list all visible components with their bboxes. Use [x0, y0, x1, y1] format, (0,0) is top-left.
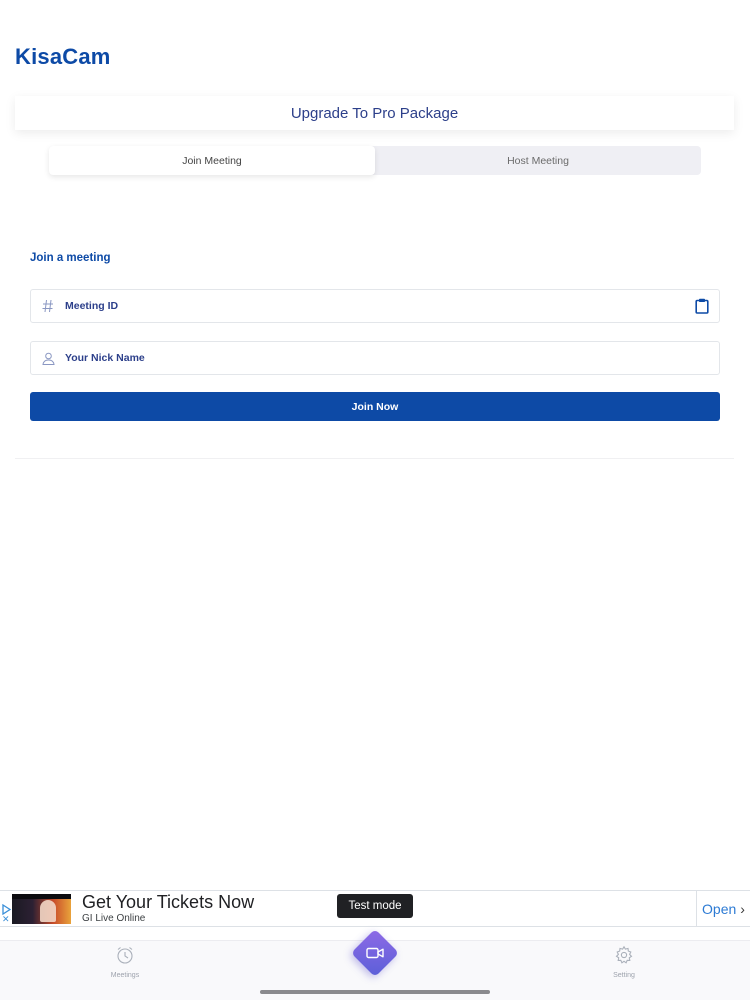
tab-meetings[interactable]: Meetings — [95, 945, 155, 979]
ad-test-mode-badge: Test mode — [337, 894, 413, 918]
nick-name-input[interactable] — [65, 342, 719, 374]
tab-meetings-label: Meetings — [110, 972, 140, 979]
ad-open-label: Open — [702, 900, 737, 917]
ad-banner[interactable]: ✕ Get Your Tickets Now GI Live Online Te… — [0, 890, 750, 927]
tab-join-meeting-label: Join Meeting — [182, 154, 242, 167]
upgrade-label: Upgrade To Pro Package — [290, 104, 459, 122]
nick-name-field — [30, 341, 720, 375]
tab-join-meeting[interactable]: Join Meeting — [49, 146, 375, 175]
ad-advertiser: GI Live Online — [82, 913, 146, 924]
upgrade-pro-button[interactable]: Upgrade To Pro Package — [15, 96, 734, 130]
tab-setting[interactable]: Setting — [594, 945, 654, 979]
home-indicator — [260, 990, 490, 994]
tab-setting-label: Setting — [613, 972, 635, 979]
join-now-button[interactable]: Join Now — [30, 392, 720, 421]
meeting-mode-segmented-control: Join Meeting Host Meeting — [49, 146, 701, 175]
ad-close-icon[interactable]: ✕ — [2, 915, 10, 924]
clipboard-icon[interactable] — [685, 298, 719, 314]
hash-icon — [31, 299, 65, 313]
ad-open-button[interactable]: Open › — [696, 891, 750, 926]
app-title: KisaCam — [15, 44, 111, 69]
ad-thumbnail-image — [12, 894, 71, 924]
meeting-id-input[interactable] — [65, 290, 685, 322]
person-icon — [31, 352, 65, 365]
ad-headline: Get Your Tickets Now — [82, 892, 255, 912]
meeting-id-field — [30, 289, 720, 323]
tab-host-meeting-label: Host Meeting — [507, 154, 569, 167]
join-section-title: Join a meeting — [30, 252, 111, 264]
clock-icon — [115, 945, 135, 970]
content-divider — [15, 458, 734, 459]
chevron-right-icon: › — [740, 900, 745, 917]
gear-icon — [614, 945, 634, 970]
tab-host-meeting[interactable]: Host Meeting — [375, 146, 701, 175]
